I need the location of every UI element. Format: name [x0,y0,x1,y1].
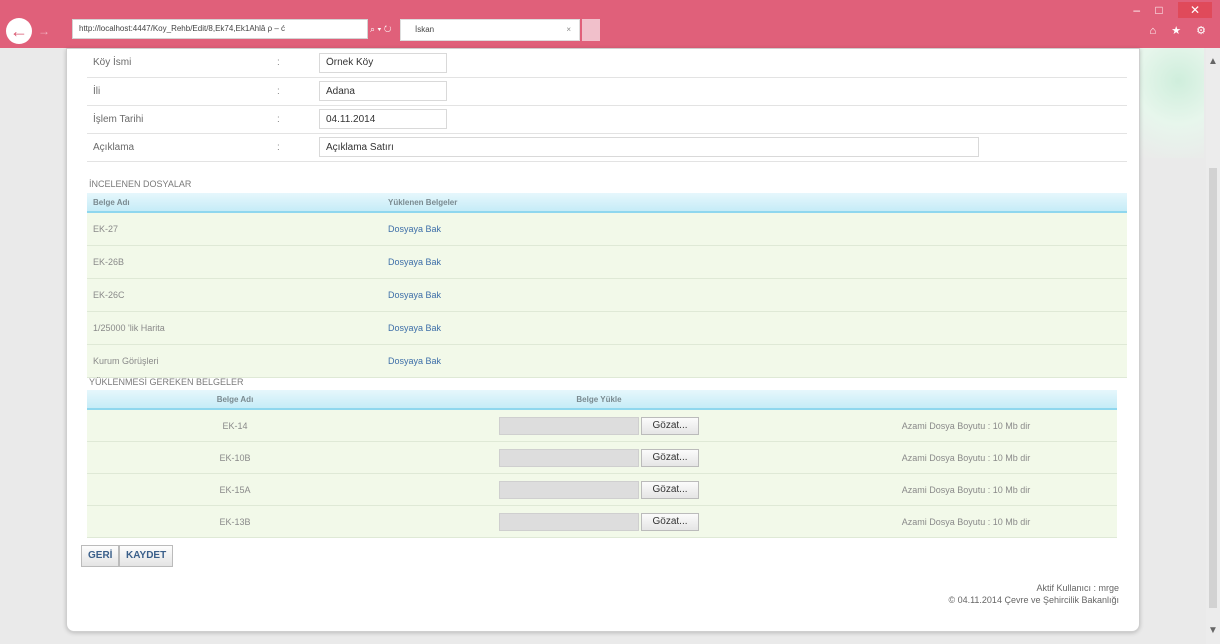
table-row: EK-13B Gözat... Azami Dosya Boyutu : 10 … [87,505,1117,538]
column-header [815,390,1117,410]
document-name: EK-10B [87,441,383,474]
window-controls: – □ ✕ [1133,2,1212,18]
required-files-table: Belge Adı Belge Yükle EK-14 Gözat... Aza… [87,390,1117,538]
column-header: Belge Adı [87,193,382,213]
tab-close-icon[interactable]: × [566,20,571,40]
browser-tab[interactable]: İskan × [400,19,580,41]
home-icon[interactable]: ⌂ [1149,25,1162,37]
browse-button[interactable]: Gözat... [641,480,699,499]
transaction-date-field[interactable] [319,109,447,129]
max-size-note: Azami Dosya Boyutu : 10 Mb dir [815,408,1117,442]
file-path-input[interactable] [499,512,640,531]
address-bar-icons[interactable]: ⌕ ▾ ↻ [370,19,396,39]
village-name-field[interactable] [319,52,447,73]
browse-button[interactable]: Gözat... [641,448,699,467]
province-field[interactable] [319,81,447,101]
column-header: Belge Adı [87,390,383,410]
browser-titlebar: ← → http://localhost:4447/Koy_Rehb/Edit/… [0,0,1220,48]
info-colon: : [277,57,280,69]
info-colon: : [277,141,280,153]
info-label: Açıklama [93,141,135,153]
description-field[interactable] [319,137,979,157]
column-header: Belge Yükle [383,390,815,410]
table-row: EK-10B Gözat... Azami Dosya Boyutu : 10 … [87,441,1117,474]
back-button[interactable]: ← [6,18,32,44]
info-label: İşlem Tarihi [93,113,144,125]
view-file-link[interactable]: Dosyaya Bak [382,344,1127,378]
info-row-province: İli : [87,77,1127,105]
page-content: Köy İsmi : İli : İşlem Tarihi : Açıklama… [66,48,1140,632]
village-info-table: Köy İsmi : İli : İşlem Tarihi : Açıklama… [87,49,1127,162]
document-name: EK-26B [87,245,382,279]
table-row: EK-14 Gözat... Azami Dosya Boyutu : 10 M… [87,408,1117,442]
info-label: Köy İsmi [93,57,132,69]
document-name: EK-13B [87,505,383,538]
max-size-note: Azami Dosya Boyutu : 10 Mb dir [815,505,1117,538]
new-tab-button[interactable] [582,19,600,41]
save-button[interactable]: KAYDET [119,545,174,567]
page-scrollbar[interactable]: ▲ ▼ [1206,48,1220,644]
favorites-star-icon[interactable]: ★ [1171,25,1187,37]
info-colon: : [277,113,280,125]
column-header: Yüklenen Belgeler [382,193,1127,213]
active-user-text: Aktif Kullanıcı : mrge [1036,583,1119,593]
forward-button[interactable]: → [38,22,52,40]
file-path-input[interactable] [499,416,640,435]
view-file-link[interactable]: Dosyaya Bak [382,278,1127,312]
reviewed-files-table: Belge Adı Yüklenen Belgeler EK-27 Dosyay… [87,193,1127,378]
minimize-icon[interactable]: – [1133,3,1146,17]
copyright-text: © 04.11.2014 Çevre ve Şehircilik Bakanlı… [948,595,1119,605]
maximize-icon[interactable]: □ [1155,3,1168,17]
view-file-link[interactable]: Dosyaya Bak [382,211,1127,246]
scroll-up-icon[interactable]: ▲ [1208,56,1218,67]
document-name: Kurum Görüşleri [87,344,382,378]
reviewed-files-title: İNCELENEN DOSYALAR [89,179,192,189]
scroll-thumb[interactable] [1209,168,1217,608]
max-size-note: Azami Dosya Boyutu : 10 Mb dir [815,441,1117,474]
scroll-down-icon[interactable]: ▼ [1208,625,1218,636]
browse-button[interactable]: Gözat... [641,512,699,531]
info-row-description: Açıklama : [87,133,1127,161]
back-form-button[interactable]: GERİ [81,545,120,567]
max-size-note: Azami Dosya Boyutu : 10 Mb dir [815,473,1117,506]
info-row-date: İşlem Tarihi : [87,105,1127,133]
view-file-link[interactable]: Dosyaya Bak [382,311,1127,345]
close-window-icon[interactable]: ✕ [1178,2,1212,18]
table-row: EK-15A Gözat... Azami Dosya Boyutu : 10 … [87,473,1117,506]
file-path-input[interactable] [499,480,640,499]
browser-toolbar-icons: ⌂ ★ ⚙ [1149,24,1212,37]
document-name: EK-15A [87,473,383,506]
file-path-input[interactable] [499,448,640,467]
table-row: EK-26C Dosyaya Bak [87,278,1127,312]
document-name: 1/25000 'lik Harita [87,311,382,345]
table-row: 1/25000 'lik Harita Dosyaya Bak [87,311,1127,345]
info-label: İli [93,85,101,97]
background-decoration [1140,48,1204,158]
info-colon: : [277,85,280,97]
document-name: EK-26C [87,278,382,312]
document-name: EK-27 [87,211,382,246]
browse-button[interactable]: Gözat... [641,416,699,435]
table-row: Kurum Görüşleri Dosyaya Bak [87,344,1127,378]
document-name: EK-14 [87,408,383,442]
table-row: EK-27 Dosyaya Bak [87,211,1127,246]
address-bar[interactable]: http://localhost:4447/Koy_Rehb/Edit/8,Ek… [72,19,368,39]
view-file-link[interactable]: Dosyaya Bak [382,245,1127,279]
table-row: EK-26B Dosyaya Bak [87,245,1127,279]
tab-title: İskan [415,25,435,34]
info-row-village-name: Köy İsmi : [87,49,1127,77]
required-files-title: YÜKLENMESİ GEREKEN BELGELER [89,377,244,387]
settings-gear-icon[interactable]: ⚙ [1196,25,1212,37]
